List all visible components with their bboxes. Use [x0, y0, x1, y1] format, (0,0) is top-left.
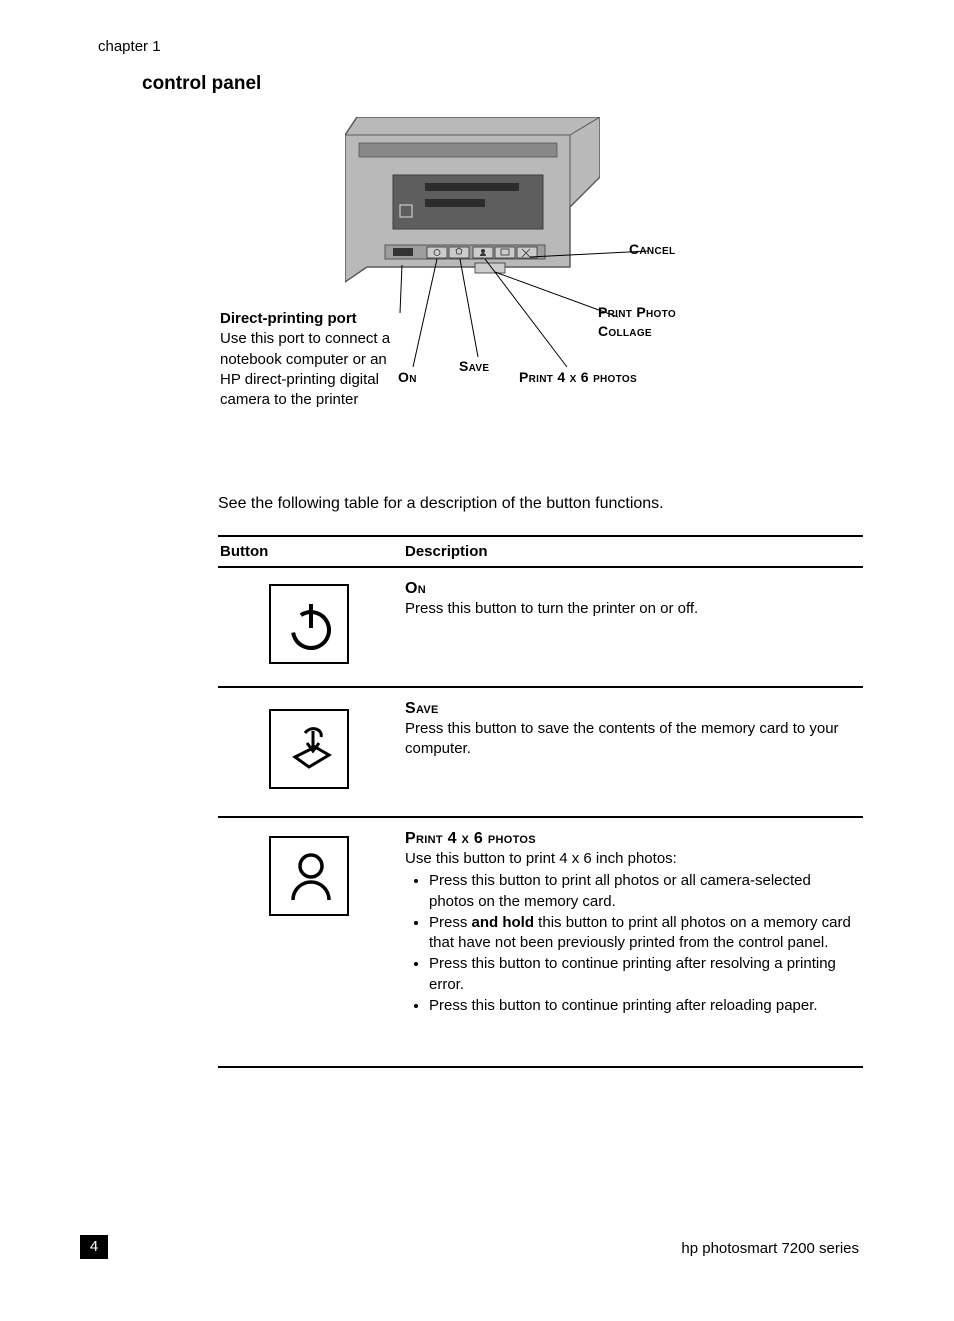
control-panel-diagram: Direct-printing port Use this port to co… — [80, 117, 859, 447]
callout-direct-port-title: Direct-printing port — [220, 309, 400, 329]
row-print4x6-intro: Use this button to print 4 x 6 inch phot… — [405, 849, 857, 869]
callout-direct-port: Direct-printing port Use this port to co… — [220, 309, 400, 410]
row-on-body: Press this button to turn the printer on… — [405, 599, 857, 619]
power-icon — [269, 584, 349, 664]
table-header-button: Button — [218, 536, 403, 567]
callout-cancel: Cancel — [629, 240, 675, 259]
row-save-body: Press this button to save the contents o… — [405, 719, 857, 760]
callout-save: Save — [459, 357, 489, 376]
list-item: Press this button to continue printing a… — [429, 954, 857, 995]
table-intro-text: See the following table for a descriptio… — [218, 495, 859, 513]
chapter-label: chapter 1 — [98, 38, 859, 55]
row-save-title: Save — [405, 700, 857, 718]
list-item: Press this button to continue printing a… — [429, 996, 857, 1016]
button-function-table: Button Description On Press this button … — [218, 535, 863, 1068]
leader-lines — [80, 117, 780, 447]
row-on-title: On — [405, 580, 857, 598]
table-row: Save Press this button to save the conte… — [218, 687, 863, 817]
table-header-description: Description — [403, 536, 863, 567]
table-row: On Press this button to turn the printer… — [218, 567, 863, 687]
page-number: 4 — [80, 1235, 108, 1259]
row-print4x6-list: Press this button to print all photos or… — [423, 871, 857, 1016]
footer-text: hp photosmart 7200 series — [681, 1240, 859, 1257]
callout-print-4x6: Print 4 x 6 photos — [519, 368, 637, 387]
callout-direct-port-body: Use this port to connect a notebook comp… — [220, 329, 400, 410]
section-heading: control panel — [142, 73, 859, 95]
save-icon — [269, 709, 349, 789]
table-row: Print 4 x 6 photos Use this button to pr… — [218, 817, 863, 1067]
list-item: Press this button to print all photos or… — [429, 871, 857, 912]
callout-on: On — [398, 368, 417, 387]
person-photo-icon — [269, 836, 349, 916]
list-item: Press and hold this button to print all … — [429, 913, 857, 954]
callout-print-collage: Print Photo Collage — [598, 303, 718, 341]
row-print4x6-title: Print 4 x 6 photos — [405, 830, 857, 848]
